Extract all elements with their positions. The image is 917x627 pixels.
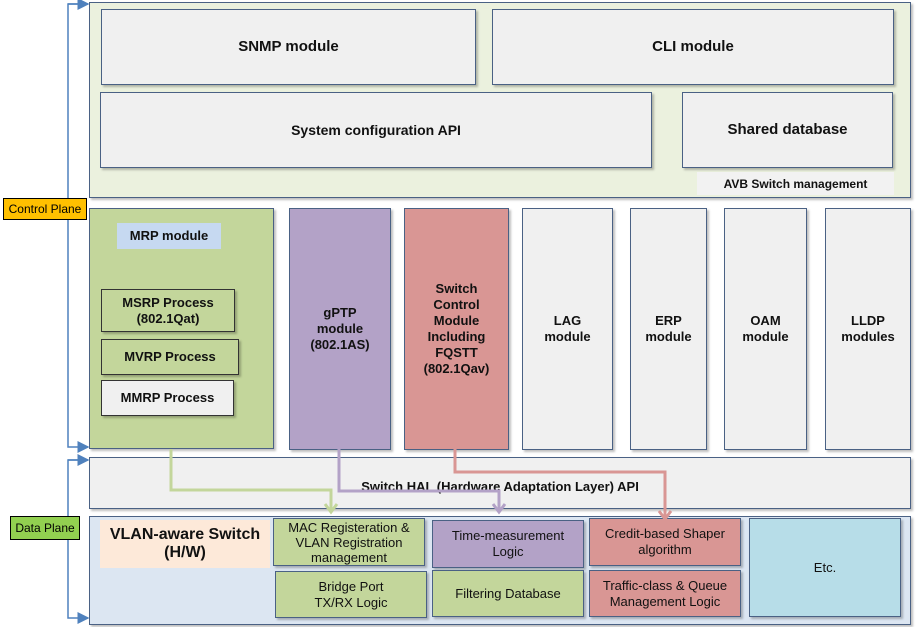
connector-arrows xyxy=(169,449,673,522)
mrp-to-mac-arrow xyxy=(169,449,339,515)
switchctl-to-cbs-arrow xyxy=(453,449,673,522)
gptp-to-time-arrow xyxy=(337,449,507,515)
